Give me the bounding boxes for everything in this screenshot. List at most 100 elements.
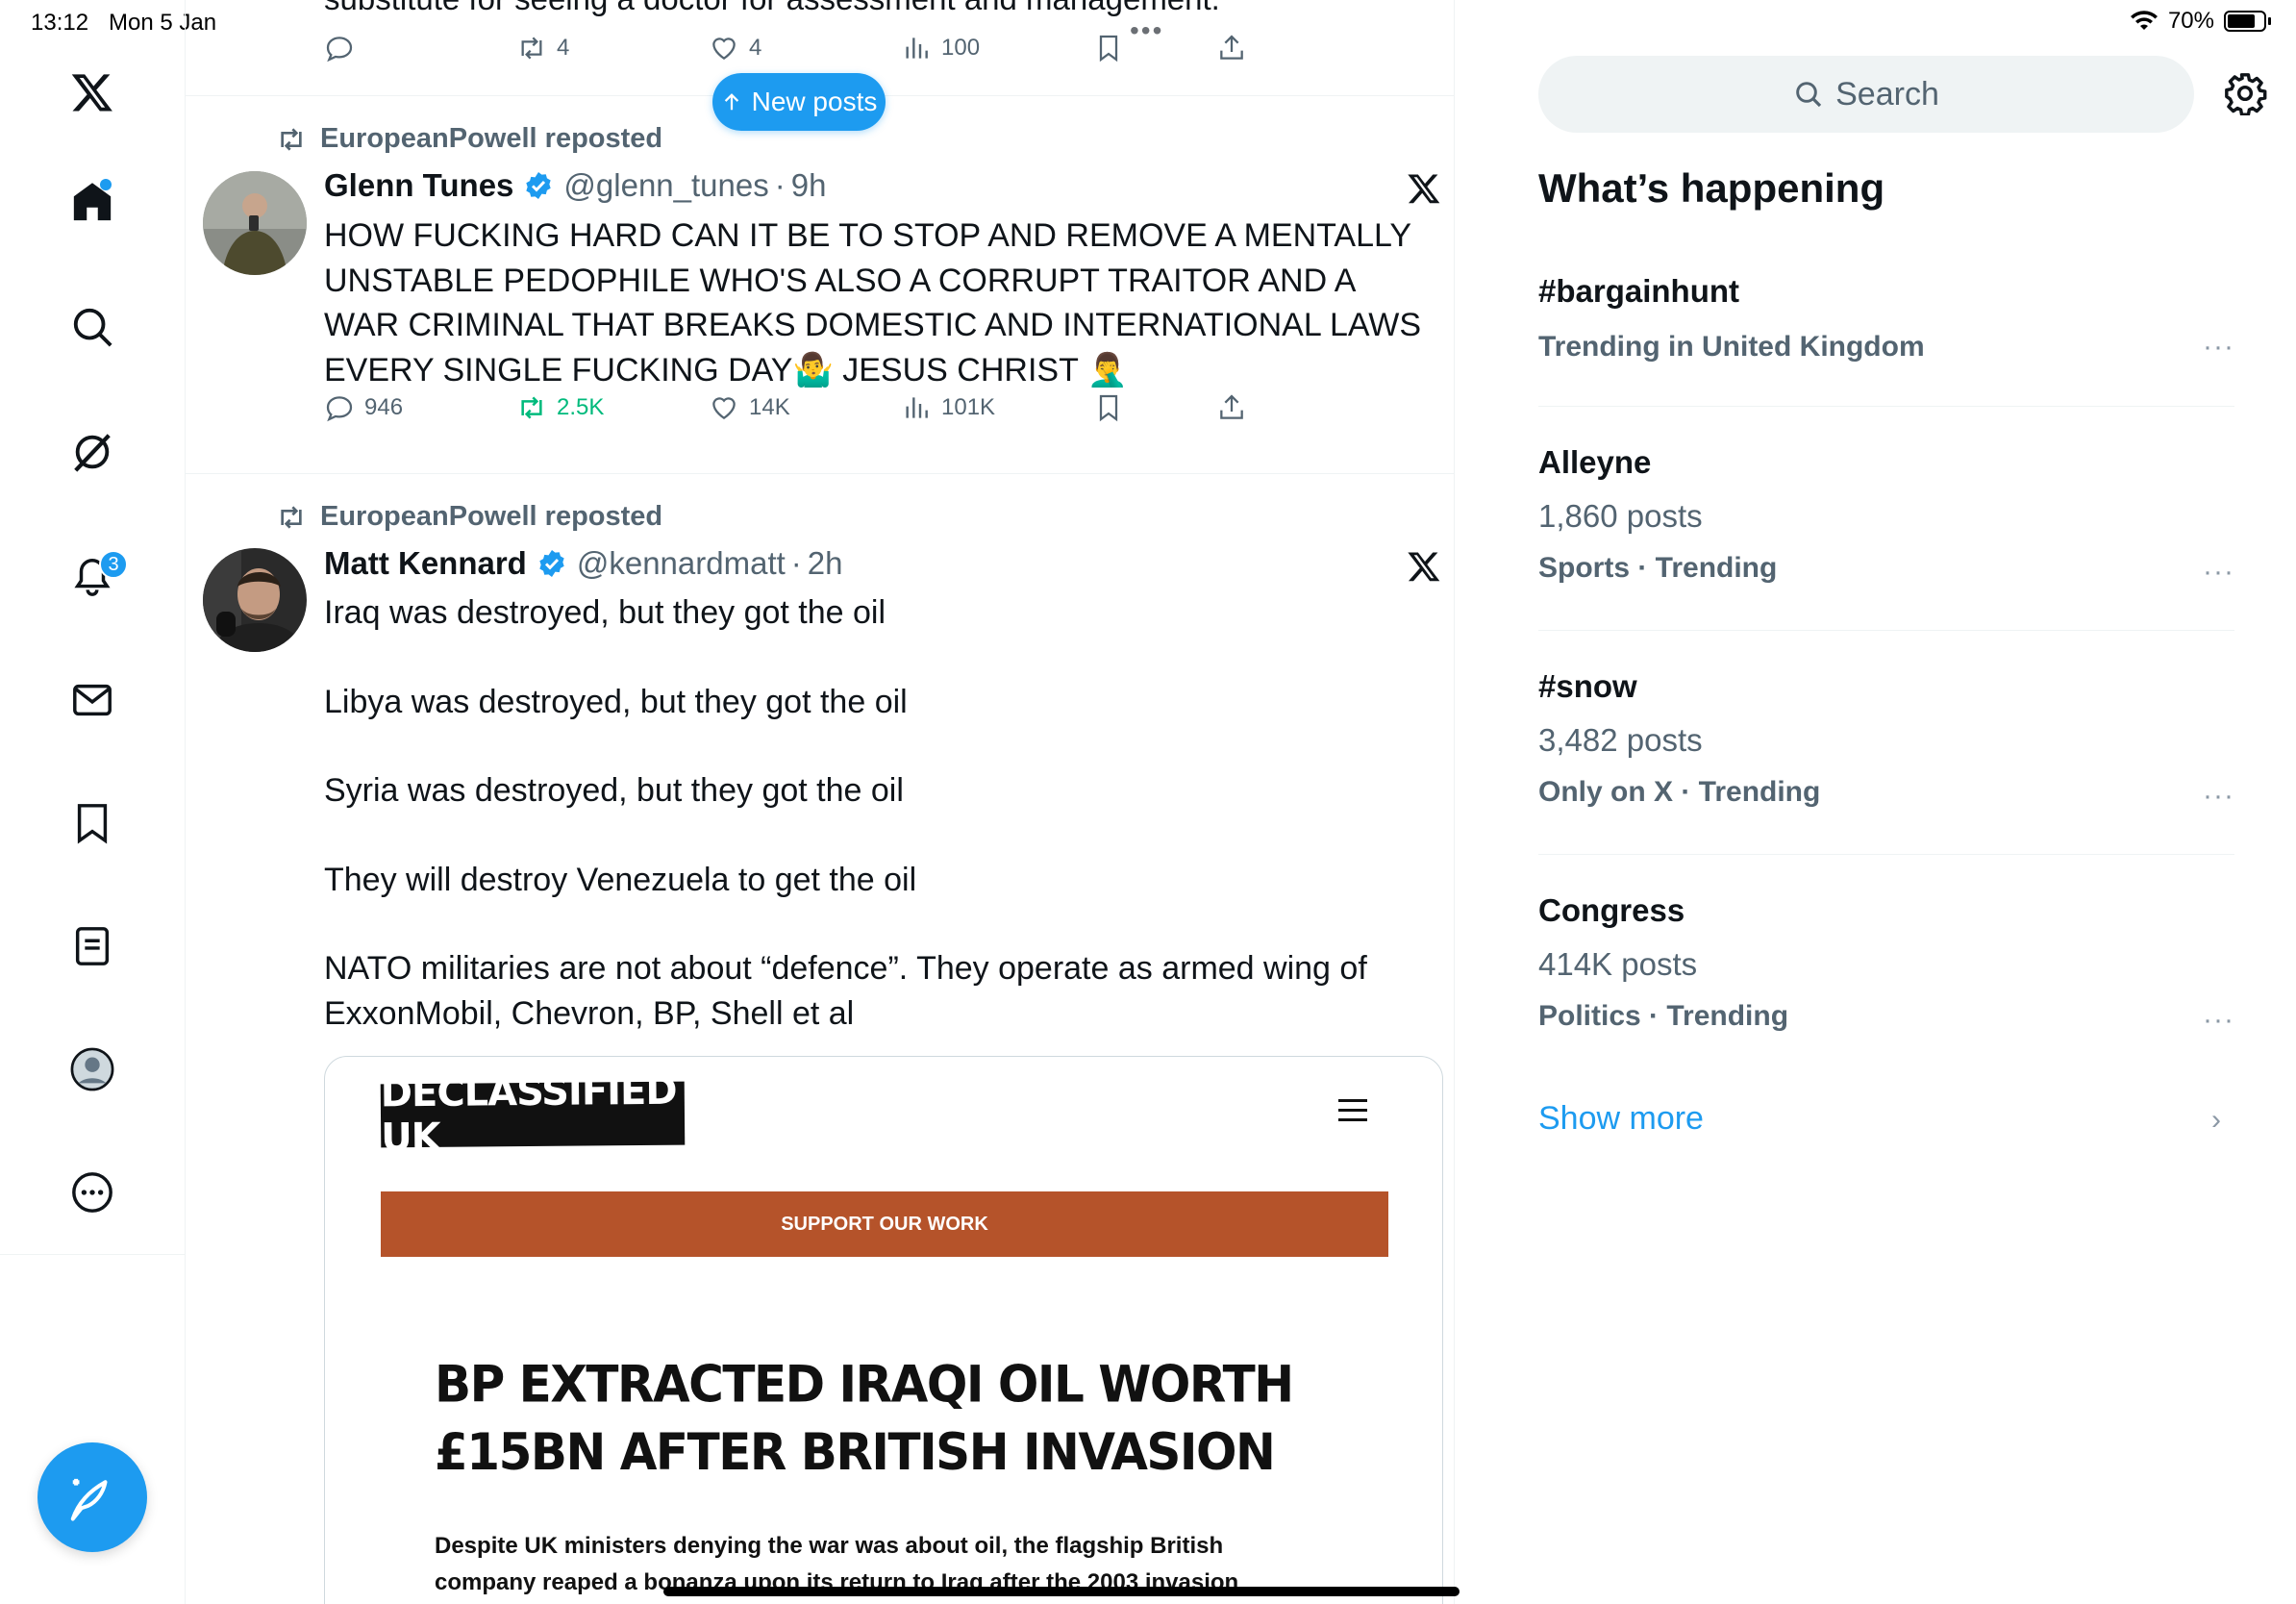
trend-posts: 3,482 posts [1538,722,1703,758]
trend-divider [1538,406,2234,407]
author-name[interactable]: Glenn Tunes [324,167,513,204]
nav-more[interactable] [54,1154,131,1231]
new-posts-label: New posts [751,87,878,116]
repost-by-text[interactable]: EuropeanPowell reposted [320,501,662,533]
repost-button[interactable]: 4 [516,29,569,67]
mail-icon [73,684,112,716]
tweet-time[interactable]: 2h [808,545,843,582]
trend-name: Congress [1538,892,1685,928]
bookmark-icon [1099,35,1118,63]
reply-icon [326,37,353,63]
share-button[interactable] [1216,388,1247,427]
new-posts-button[interactable]: New posts [712,73,886,131]
timeline-feed[interactable]: substitute for seeing a doctor for asses… [186,0,1455,1604]
trend-item[interactable]: #snow 3,482 posts Only on X · Trending ·… [1538,668,2234,812]
more-circle-icon [72,1172,112,1213]
trend-meta: Only on X · Trending [1538,776,1821,808]
views-button[interactable]: 101K [901,388,995,427]
views-count: 101K [941,394,996,420]
x-logo-icon[interactable] [1407,549,1441,584]
trend-more-icon[interactable]: ··· [2203,780,2234,813]
repost-by-text[interactable]: EuropeanPowell reposted [320,123,662,155]
battery-icon [2224,11,2266,32]
avatar-image [203,171,307,275]
settings-gear-icon[interactable] [2223,71,2267,115]
nav-divider [0,1254,186,1255]
heart-icon [712,397,736,420]
x-logo-icon[interactable] [54,54,131,131]
views-button[interactable]: 100 [901,29,980,67]
grok-icon [74,434,111,472]
reply-button[interactable]: 946 [324,388,403,427]
nav-search[interactable] [54,288,131,365]
avatar-image [203,548,307,652]
nav-messages[interactable] [54,662,131,739]
trend-posts: 1,860 posts [1538,498,1703,534]
nav-grok[interactable] [54,414,131,490]
avatar[interactable] [203,548,307,652]
nav-home[interactable] [54,163,131,240]
trend-more-icon[interactable]: ··· [2203,556,2234,589]
repost-count: 2.5K [557,394,605,420]
card-support-banner: SUPPORT OUR WORK [381,1191,1388,1257]
header-separator: · [774,167,786,203]
repost-button[interactable]: 2.5K [516,388,604,427]
author-handle[interactable]: @glenn_tunes [563,167,768,204]
tweet-time[interactable]: 9h [791,167,827,204]
repost-indicator: EuropeanPowell reposted [276,501,662,533]
search-icon [1796,82,1822,108]
heart-icon [712,38,736,61]
reply-icon [326,396,353,422]
trend-item[interactable]: Congress 414K posts Politics · Trending … [1538,892,2234,1036]
views-count: 100 [941,35,981,61]
search-bar[interactable]: Search [1538,56,2194,133]
repost-indicator: EuropeanPowell reposted [276,123,662,155]
repost-icon [521,37,542,60]
bookmark-button[interactable] [1093,388,1124,427]
wifi-icon [2130,11,2158,31]
home-indicator[interactable] [663,1587,1460,1596]
reply-count: 946 [364,394,404,420]
author-handle[interactable]: @kennardmatt [577,545,786,582]
nav-lists[interactable] [54,908,131,985]
author-name[interactable]: Matt Kennard [324,545,527,582]
trend-item[interactable]: Alleyne 1,860 posts Sports · Trending ··… [1538,444,2234,588]
like-button[interactable]: 4 [709,29,761,67]
trend-posts: 414K posts [1538,946,1698,982]
nav-profile[interactable] [54,1031,131,1108]
trend-more-icon[interactable]: ··· [2203,331,2234,363]
tweet-header: Glenn Tunes @glenn_tunes · 9h [324,167,826,204]
lists-icon [75,927,110,965]
repost-count: 4 [557,35,570,61]
left-nav: 3 [0,0,186,1604]
x-logo-icon[interactable] [1407,171,1441,206]
nav-notifications[interactable]: 3 [54,539,131,615]
status-right: 70% [2130,8,2271,35]
search-icon [73,308,112,347]
trend-item[interactable]: #bargainhunt Trending in United Kingdom … [1538,273,2234,363]
search-placeholder: Search [1835,75,1939,113]
like-button[interactable]: 14K [709,388,790,427]
share-icon [1220,35,1243,60]
bookmark-button[interactable] [1093,29,1124,67]
trend-divider [1538,630,2234,631]
hamburger-menu-icon [1338,1099,1367,1122]
share-button[interactable] [1216,29,1247,67]
profile-avatar-icon [70,1047,114,1091]
like-count: 14K [749,394,790,420]
tweet-text: HOW FUCKING HARD CAN IT BE TO STOP AND R… [324,217,1431,388]
link-preview-card[interactable]: DECLASSIFIED UK SUPPORT OUR WORK BP EXTR… [324,1056,1443,1604]
compose-post-button[interactable] [37,1442,147,1552]
tweet-divider [186,473,1454,474]
avatar[interactable] [203,171,307,275]
card-headline: BP EXTRACTED IRAQI OIL WORTH £15BN AFTER… [435,1355,1294,1482]
show-more-link[interactable]: Show more [1538,1100,1704,1138]
trend-meta: Politics · Trending [1538,1000,1789,1032]
battery-percent: 70% [2167,8,2214,34]
reply-button[interactable] [324,29,364,67]
trend-more-icon[interactable]: ··· [2203,1004,2234,1037]
trend-meta: Sports · Trending [1538,552,1778,584]
section-title: What’s happening [1538,165,1885,211]
trend-divider [1538,854,2234,855]
nav-bookmarks[interactable] [54,785,131,862]
